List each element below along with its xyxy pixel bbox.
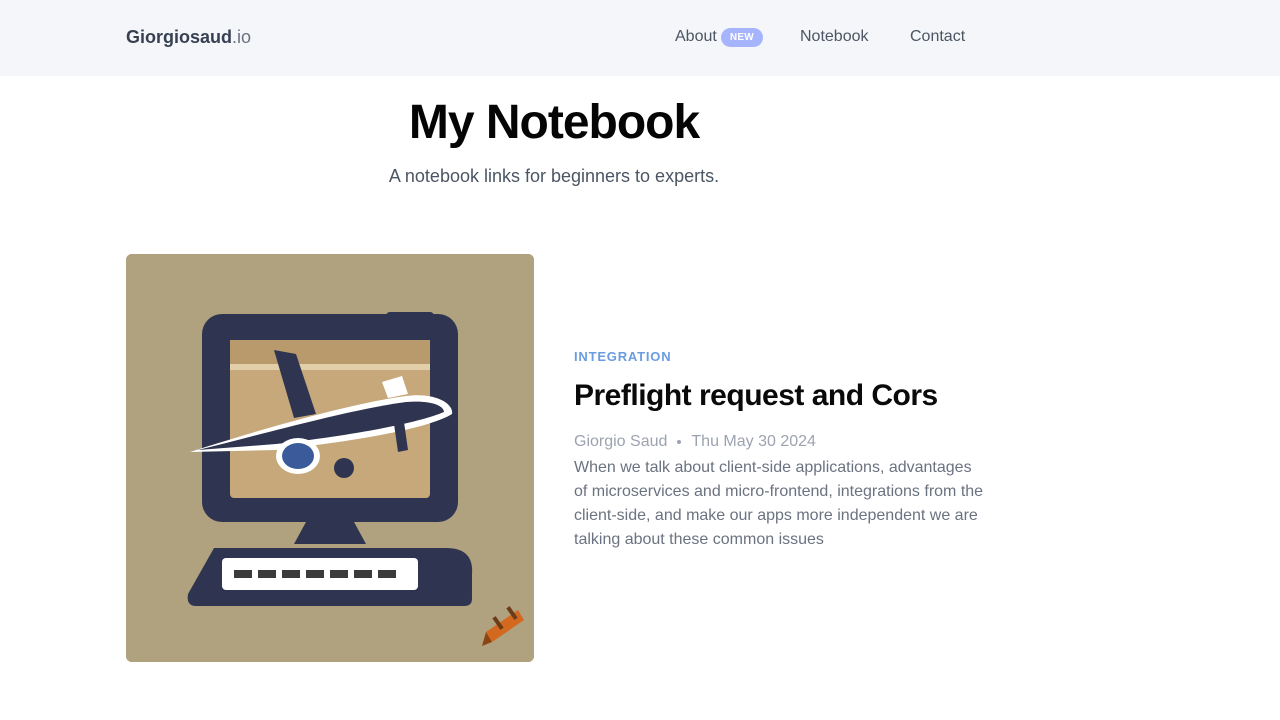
post-date: Thu May 30 2024 bbox=[691, 433, 816, 450]
post-thumbnail[interactable] bbox=[126, 254, 534, 662]
new-badge: NEW bbox=[720, 27, 764, 47]
page-title: My Notebook bbox=[408, 96, 700, 149]
brand-name: Giorgiosaud bbox=[126, 27, 233, 47]
nav-about-label: About bbox=[675, 28, 717, 45]
page-subtitle: A notebook links for beginners to expert… bbox=[388, 166, 720, 186]
post-category[interactable]: INTEGRATION bbox=[574, 348, 984, 366]
post-excerpt: When we talk about client-side applicati… bbox=[574, 459, 984, 548]
post-author: Giorgio Saud bbox=[574, 433, 668, 450]
post-title[interactable]: Preflight request and Cors bbox=[574, 378, 984, 414]
site-logo[interactable]: Giorgiosaud.io bbox=[126, 26, 251, 48]
nav-link-contact[interactable]: Contact bbox=[910, 27, 965, 47]
post-card-body: INTEGRATION Preflight request and Cors G… bbox=[574, 348, 984, 552]
nav-link-about[interactable]: About NEW bbox=[675, 27, 764, 47]
post-meta: Giorgio Saud Thu May 30 2024 bbox=[574, 432, 984, 452]
brand-tld: .io bbox=[232, 27, 252, 47]
meta-separator-dot bbox=[677, 440, 682, 444]
top-navbar: Giorgiosaud.io About NEW Notebook Contac… bbox=[0, 0, 1280, 76]
nav-link-notebook[interactable]: Notebook bbox=[800, 27, 869, 47]
computer-airplane-illustration bbox=[126, 254, 534, 662]
